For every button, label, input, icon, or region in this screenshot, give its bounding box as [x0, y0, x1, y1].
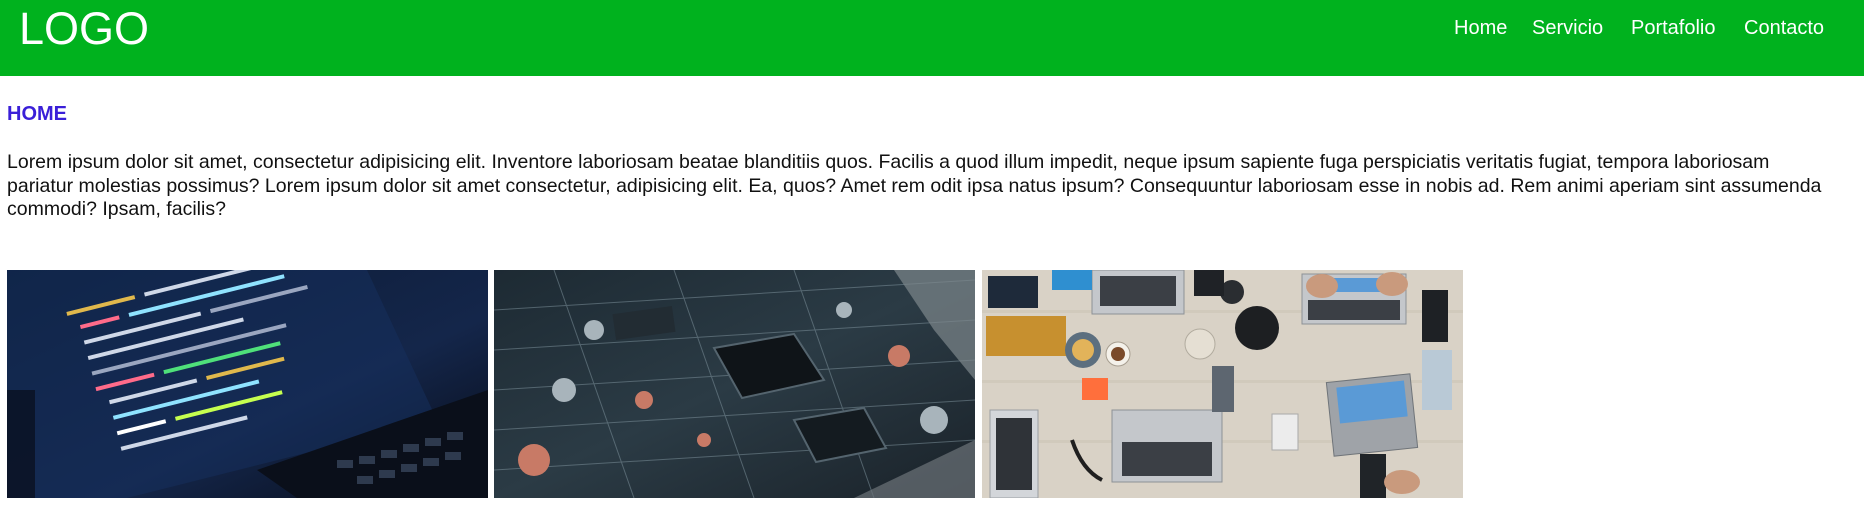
intro-line: Lorem ipsum dolor sit amet, consectetur … [7, 151, 1770, 173]
nav-link-portafolio[interactable]: Portafolio [1631, 15, 1716, 41]
page-title: HOME [7, 103, 67, 125]
circuit-board-photo [494, 270, 975, 498]
intro-line: pariatur molestias possimus? Lorem ipsum… [7, 174, 1822, 197]
main-nav: Home Servicio Portafolio Contacto [1454, 15, 1864, 41]
nav-link-contacto[interactable]: Contacto [1744, 15, 1824, 41]
code-on-laptop-photo [7, 270, 488, 498]
logo[interactable]: LOGO [19, 4, 149, 54]
site-header: LOGO Home Servicio Portafolio Contacto [0, 0, 1864, 76]
nav-link-servicio[interactable]: Servicio [1532, 15, 1603, 41]
intro-paragraph: Lorem ipsum dolor sit amet, consectetur … [7, 151, 1864, 222]
nav-link-home[interactable]: Home [1454, 15, 1507, 41]
intro-line: commodi? Ipsam, facilis? [7, 198, 226, 220]
team-desk-laptops-photo [982, 270, 1463, 498]
